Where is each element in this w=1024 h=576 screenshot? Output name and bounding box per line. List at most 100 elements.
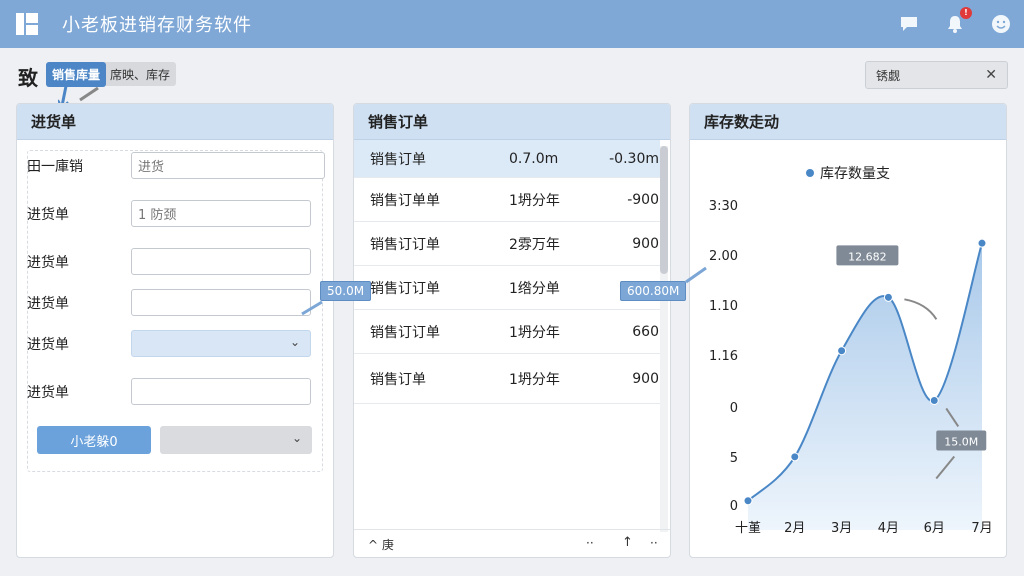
form-label: 进货单 [27,384,69,401]
value-callout: 50.0M [320,281,372,301]
text-field[interactable] [131,248,311,275]
chart-panel-title: 库存数走动 [690,104,1006,140]
order-name: 销售订单 [370,371,426,388]
table-row[interactable]: 销售订订单 2雰万年 900 [354,222,660,266]
more-icon[interactable]: ·· [586,536,594,550]
search-input[interactable]: 锈觑 ✕ [865,61,1008,89]
chevron-down-icon: ⌄ [289,335,300,349]
more-icon[interactable]: ·· [650,536,658,550]
data-point [837,346,847,356]
close-icon[interactable]: ✕ [985,67,997,83]
up-arrow-icon[interactable]: ↑ [622,535,633,550]
form-label: 田一庫销 [27,158,83,175]
order-name: 销售订订单 [370,280,440,297]
order-amount: 660 [632,323,659,340]
x-tick-label: 3月 [831,521,852,536]
text-field[interactable]: 1 防颈 [131,200,311,227]
table-row[interactable]: 销售订单单 1坍分年 -900 [354,178,660,222]
order-amount: -0.30m [609,150,659,167]
x-tick-label: 7月 [971,521,992,536]
text-field[interactable] [131,289,311,316]
scrollbar-thumb[interactable] [660,146,668,274]
order-qty: 2雰万年 [509,236,560,253]
data-point [743,496,753,506]
y-tick-label: 3:30 [709,199,738,214]
title-bar: 小老板进销存财务软件 ! [0,0,1024,48]
inventory-chart-panel: 库存数走动 库存数量支 3:30 2.00 1.10 1.16 0 5 0 十堇 2月 3月 4月… [689,103,1007,558]
table-row[interactable]: 销售订订单 1绺分单 [354,266,660,310]
order-amount: -900 [627,191,659,208]
y-tick-label: 1.10 [709,299,738,314]
bell-icon[interactable]: ! [944,7,972,35]
callout-arrow [301,300,323,316]
legend-label: 库存数量支 [820,166,890,182]
toolbar: 致 销售库量 席映、库存 锈觑 ✕ [0,52,1024,110]
x-tick-label: 十堇 [735,521,761,536]
search-value: 锈觑 [876,68,901,83]
sales-orders-title: 销售订单 [354,104,670,140]
form-row: 进货单 ⌄ [27,330,311,357]
y-tick-label: 0 [730,499,738,514]
annotation-arrow [904,298,938,320]
data-point [977,238,987,248]
chevron-down-icon: ⌄ [291,431,302,445]
vertical-scrollbar[interactable] [660,146,668,532]
orders-list: 销售订单 0.7.0m -0.30m 销售订单单 1坍分年 -900 销售订订单… [354,140,660,404]
submit-button[interactable]: 小老躲0 [37,426,151,454]
form-row: 进货单 1 防颈 [27,200,311,227]
order-name: 销售订订单 [370,236,440,253]
purchase-form-title: 进货单 [17,104,333,140]
order-qty: 1坍分年 [509,324,560,341]
data-point [929,395,939,405]
smile-icon[interactable] [990,13,1012,35]
annotation-label: 12.682 [848,250,887,263]
y-tick-label: 5 [730,451,738,466]
toolbar-glyph[interactable]: 致 [18,62,38,91]
form-label: 进货单 [27,295,69,312]
notification-badge: ! [960,7,972,19]
pagination-bar: ^ 庚 ·· ↑ ·· [354,529,670,557]
annotation-label: 15.0M [944,435,978,448]
order-qty: 1绺分单 [509,280,560,297]
app-title: 小老板进销存财务软件 [62,15,252,36]
form-row: 进货单 [27,248,311,275]
x-tick-label: 6月 [924,521,945,536]
order-amount: 900 [632,370,659,387]
y-tick-label: 1.16 [709,349,738,364]
y-tick-label: 2.00 [709,249,738,264]
breadcrumb: 销售库量 席映、库存 [46,61,177,87]
x-tick-label: 2月 [784,521,805,536]
data-point [790,452,800,462]
y-tick-label: 0 [730,401,738,416]
text-field[interactable]: 进货 [131,152,325,179]
table-row[interactable]: 销售订订单 1坍分年 660 [354,310,660,354]
chat-icon[interactable] [898,13,920,35]
y-axis-ticks: 3:30 2.00 1.10 1.16 0 5 0 [709,199,738,514]
form-row: 进货单 [27,289,311,316]
form-label: 进货单 [27,254,69,271]
form-row: 进货单 [27,378,311,405]
breadcrumb-rest[interactable]: 席映、库存 [106,66,170,83]
order-name: 销售订订单 [370,324,440,341]
chart-area [747,242,983,531]
order-qty: 1坍分年 [509,371,560,388]
breadcrumb-active[interactable]: 销售库量 [46,61,107,87]
order-name: 销售订单单 [370,192,440,209]
table-row[interactable]: 销售订单 1坍分年 900 [354,354,660,404]
data-point [883,292,893,302]
callout-arrow [685,266,707,284]
form-row: 田一庫销 进货 [27,152,325,179]
order-qty: 0.7.0m [509,150,559,167]
sales-orders-panel: 销售订单 销售订单 0.7.0m -0.30m 销售订单单 1坍分年 -900 … [353,103,671,558]
x-tick-label: 4月 [878,521,899,536]
prev-page-button[interactable]: ^ 庚 [368,536,394,553]
text-field[interactable] [131,378,311,405]
dropdown-select[interactable]: ⌄ [131,330,311,357]
order-amount: 900 [632,235,659,252]
table-row[interactable]: 销售订单 0.7.0m -0.30m [354,140,660,178]
area-fill [748,243,982,531]
chart-legend: 库存数量支 [806,166,890,182]
titlebar-actions: ! [898,0,1012,48]
app-logo-icon [16,13,38,35]
dropdown-select-secondary[interactable]: ⌄ [160,426,312,454]
